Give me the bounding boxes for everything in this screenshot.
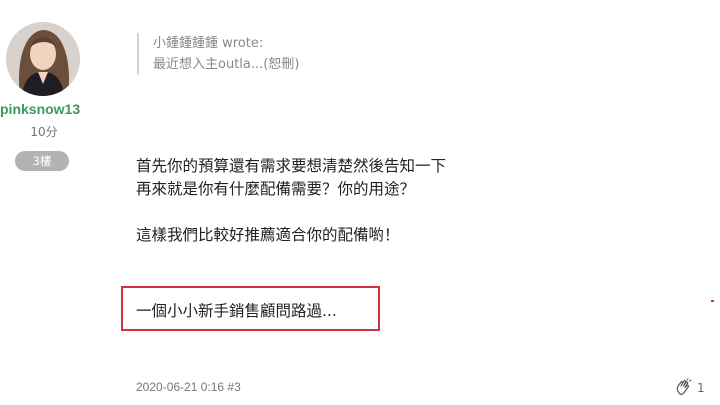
quote-header: 小鍾鍾鍾鍾 wrote: [153, 36, 264, 51]
post-signature: 一個小小新手銷售顧問路過... [136, 302, 337, 320]
user-score: 10分 [30, 125, 58, 139]
avatar[interactable] [6, 22, 80, 96]
author-panel: pinksnow13 10分 3樓 [0, 0, 116, 405]
post-timestamp[interactable]: 2020-06-21 0:16 #3 [136, 380, 241, 394]
quote-block: 小鍾鍾鍾鍾 wrote: 最近想入主outla...(恕刪) [137, 33, 299, 75]
avatar-image [6, 22, 80, 96]
post-line: 再來就是你有什麼配備需要？你的用途？ [136, 180, 416, 198]
post-line: 這樣我們比較好推薦適合你的配備喲！ [136, 226, 400, 244]
like-button[interactable] [675, 378, 693, 400]
like-count: 1 [697, 381, 705, 395]
floor-badge[interactable]: 3樓 [15, 151, 69, 171]
quote-excerpt: 最近想入主outla...(恕刪) [153, 57, 300, 72]
red-marker [711, 300, 714, 302]
post-line-blank [136, 201, 446, 224]
clap-hands-icon [676, 378, 692, 395]
username-link[interactable]: pinksnow13 [0, 101, 86, 117]
post-body: 首先你的預算還有需求要想清楚然後告知一下 再來就是你有什麼配備需要？你的用途？ … [136, 155, 446, 247]
post-line: 首先你的預算還有需求要想清楚然後告知一下 [136, 157, 447, 175]
